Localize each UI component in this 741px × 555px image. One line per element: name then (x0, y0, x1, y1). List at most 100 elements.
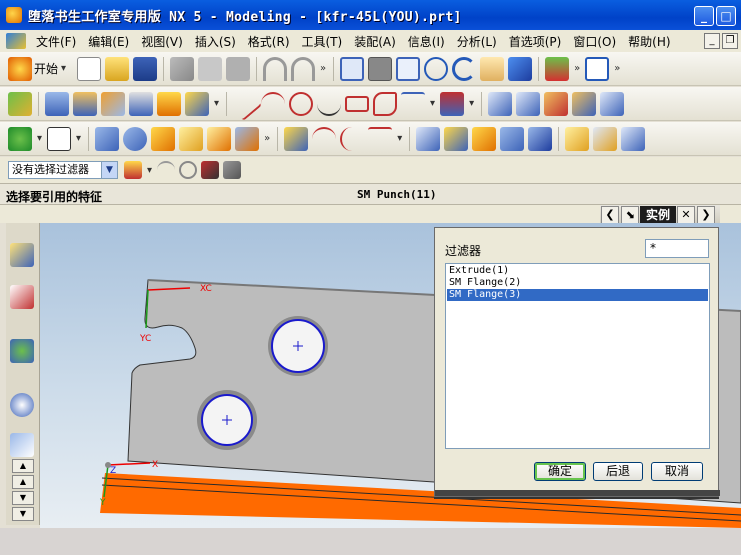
minimize-button[interactable]: _ (694, 6, 714, 26)
toolbar-overflow-icon[interactable]: » (320, 63, 326, 74)
shaded-view-icon[interactable] (508, 56, 533, 81)
menu-edit[interactable]: 编辑(E) (82, 33, 135, 50)
offset-face-icon[interactable] (444, 126, 469, 151)
type-filter-select[interactable]: 没有选择过滤器 ▼ (8, 161, 118, 179)
pin-icon[interactable]: ⬊ (621, 206, 639, 224)
chevron-down-icon[interactable]: ▾ (76, 133, 81, 144)
fillet-icon[interactable] (401, 91, 426, 116)
back-button[interactable]: 后退 (593, 462, 643, 481)
circle-icon[interactable] (289, 91, 314, 116)
feature-op-icon[interactable] (185, 91, 209, 116)
curve-icon[interactable] (312, 126, 337, 151)
pan-icon[interactable] (480, 56, 505, 81)
bend-icon[interactable] (45, 91, 69, 116)
new-file-icon[interactable] (77, 56, 102, 81)
datum-csys-icon[interactable] (8, 126, 32, 151)
zoom-in-out-icon[interactable] (424, 56, 449, 81)
list-item-selected[interactable]: SM Flange(3) (447, 289, 708, 301)
list-item[interactable]: SM Flange(2) (447, 277, 708, 289)
toolbar-overflow-icon[interactable]: » (614, 63, 620, 74)
open-folder-icon[interactable] (105, 56, 130, 81)
shell-icon[interactable] (235, 126, 260, 151)
cut-icon[interactable] (170, 56, 195, 81)
move-face-icon[interactable] (416, 126, 441, 151)
revolve-icon[interactable] (123, 126, 148, 151)
toolbar-overflow-icon[interactable]: » (264, 133, 270, 144)
sew-icon[interactable] (593, 126, 618, 151)
assembly-navigator-icon[interactable] (10, 243, 34, 267)
filter-input[interactable]: * (645, 239, 709, 258)
scroll-up-icon[interactable]: ▲ (12, 459, 34, 473)
menu-window[interactable]: 窗口(O) (567, 33, 622, 50)
block-icon[interactable] (151, 126, 176, 151)
next-arrow-icon[interactable]: ❯ (697, 206, 716, 224)
datum-plane-icon[interactable] (47, 126, 72, 151)
undo-selection-icon[interactable] (157, 161, 176, 179)
rectangle-icon[interactable] (345, 95, 370, 112)
chamfer-icon[interactable] (207, 126, 232, 151)
close-icon[interactable]: ✕ (677, 206, 696, 224)
menu-insert[interactable]: 插入(S) (189, 33, 242, 50)
zoom-window-icon[interactable] (368, 56, 393, 81)
menu-help[interactable]: 帮助(H) (622, 33, 676, 50)
scroll-up-icon[interactable]: ▲ (12, 475, 34, 489)
prev-arrow-icon[interactable]: ❮ (601, 206, 619, 224)
system-materials-icon[interactable] (10, 433, 34, 457)
menu-preferences[interactable]: 首选项(P) (503, 33, 568, 50)
list-item[interactable]: Extrude(1) (447, 265, 708, 277)
snap-point-icon[interactable] (201, 161, 220, 179)
menu-tools[interactable]: 工具(T) (296, 33, 349, 50)
part-navigator-icon[interactable] (10, 285, 34, 309)
app-menu-icon[interactable] (6, 33, 26, 49)
extrude-icon[interactable] (95, 126, 120, 151)
patch-icon[interactable] (621, 126, 646, 151)
through-curves-icon[interactable] (600, 91, 625, 116)
chevron-down-icon[interactable]: ▼ (101, 162, 117, 178)
draft-icon[interactable] (500, 126, 525, 151)
menu-format[interactable]: 格式(R) (242, 33, 296, 50)
chevron-down-icon[interactable]: ▾ (147, 165, 152, 176)
polygon-icon[interactable] (373, 91, 398, 116)
menu-file[interactable]: 文件(F) (30, 33, 82, 50)
wcs-icon[interactable] (585, 56, 610, 81)
line-icon[interactable] (228, 86, 262, 121)
mesh-surface-icon[interactable] (516, 91, 541, 116)
swept-icon[interactable] (544, 91, 569, 116)
chevron-down-icon[interactable]: ▾ (214, 98, 219, 109)
ok-button[interactable]: 确定 (534, 462, 586, 481)
start-button[interactable]: 开始 ▾ (6, 56, 69, 81)
rotate-icon[interactable] (452, 56, 477, 81)
doc-restore-button[interactable]: ❐ (722, 33, 738, 49)
trim-icon[interactable] (440, 91, 465, 116)
menu-information[interactable]: 信息(I) (402, 33, 451, 50)
project-curve-icon[interactable] (368, 126, 393, 151)
undo-icon[interactable] (263, 56, 288, 81)
copy-icon[interactable] (198, 56, 223, 81)
deselect-all-icon[interactable] (179, 161, 198, 179)
redo-icon[interactable] (291, 56, 316, 81)
lofted-flange-icon[interactable] (129, 91, 153, 116)
fit-view-icon[interactable] (340, 56, 365, 81)
sketch-icon[interactable] (8, 91, 32, 116)
offset-curve-icon[interactable] (340, 126, 364, 151)
zoom-icon[interactable] (396, 56, 421, 81)
chevron-down-icon[interactable]: ▾ (37, 133, 42, 144)
chevron-down-icon[interactable]: ▾ (397, 133, 402, 144)
toolbar-overflow-icon[interactable]: » (574, 63, 580, 74)
scroll-down-icon[interactable]: ▼ (12, 491, 34, 505)
punch-icon[interactable] (157, 91, 181, 116)
flange-icon[interactable] (73, 91, 97, 116)
menu-analysis[interactable]: 分析(L) (451, 33, 503, 50)
paste-icon[interactable] (226, 56, 251, 81)
replace-face-icon[interactable] (472, 126, 497, 151)
quick-pick-icon[interactable] (223, 161, 242, 179)
contour-flange-icon[interactable] (101, 91, 125, 116)
menu-assemblies[interactable]: 装配(A) (348, 33, 402, 50)
thread-icon[interactable] (284, 126, 309, 151)
chevron-down-icon[interactable]: ▾ (469, 98, 474, 109)
spline-icon[interactable] (317, 92, 342, 116)
surface-icon[interactable] (488, 91, 513, 116)
taper-icon[interactable] (528, 126, 553, 151)
doc-minimize-button[interactable]: _ (704, 33, 720, 49)
selection-scope-icon[interactable] (124, 161, 142, 179)
